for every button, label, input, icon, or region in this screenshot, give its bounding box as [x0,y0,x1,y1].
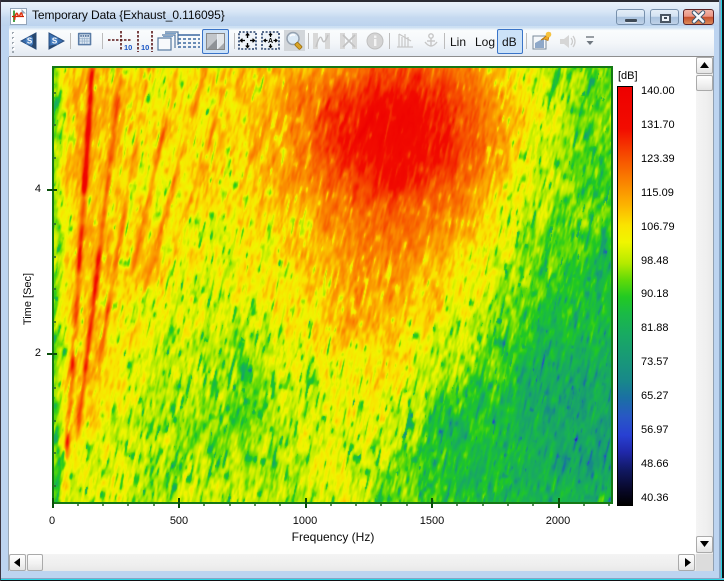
svg-text:10: 10 [141,43,149,52]
svg-text:10: 10 [124,43,132,52]
svg-text:A: A [268,38,273,45]
svg-text:S: S [52,37,58,46]
svg-text:S: S [27,37,33,46]
